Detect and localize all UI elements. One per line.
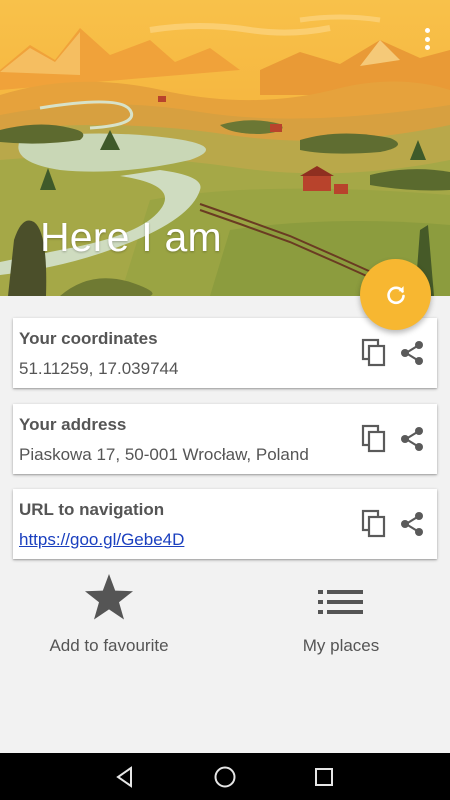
card-title: URL to navigation [19, 500, 165, 519]
home-icon[interactable] [212, 764, 238, 790]
header-image: Here I am [0, 0, 450, 296]
refresh-button[interactable] [360, 259, 431, 330]
add-to-favourite-button[interactable]: Add to favourite [30, 572, 188, 656]
system-nav-bar [0, 753, 450, 800]
copy-icon[interactable] [361, 424, 387, 454]
more-vert-icon[interactable] [420, 26, 434, 52]
refresh-icon [386, 285, 405, 304]
navigation-url-link[interactable]: https://goo.gl/Gebe4D [19, 530, 184, 550]
address-value: Piaskowa 17, 50-001 Wrocław, Poland [19, 445, 309, 464]
coordinates-value: 51.11259, 17.039744 [19, 359, 179, 378]
page-title: Here I am [40, 214, 222, 260]
star-icon [85, 574, 133, 620]
address-card: Your address Piaskowa 17, 50-001 Wrocław… [13, 404, 437, 474]
recents-icon[interactable] [311, 764, 337, 790]
share-icon[interactable] [399, 424, 425, 454]
card-title: Your coordinates [19, 329, 158, 348]
copy-icon[interactable] [361, 338, 387, 368]
share-icon[interactable] [399, 338, 425, 368]
list-icon [318, 590, 363, 614]
back-icon[interactable] [112, 764, 138, 790]
bottom-actions: Add to favourite My places [0, 572, 450, 672]
coordinates-card: Your coordinates 51.11259, 17.039744 [13, 318, 437, 388]
card-title: Your address [19, 415, 127, 434]
share-icon[interactable] [399, 509, 425, 539]
copy-icon[interactable] [361, 509, 387, 539]
my-places-button[interactable]: My places [262, 572, 420, 656]
navigation-url-card: URL to navigation https://goo.gl/Gebe4D [13, 489, 437, 559]
add-to-favourite-label: Add to favourite [49, 636, 169, 655]
my-places-label: My places [302, 636, 380, 655]
